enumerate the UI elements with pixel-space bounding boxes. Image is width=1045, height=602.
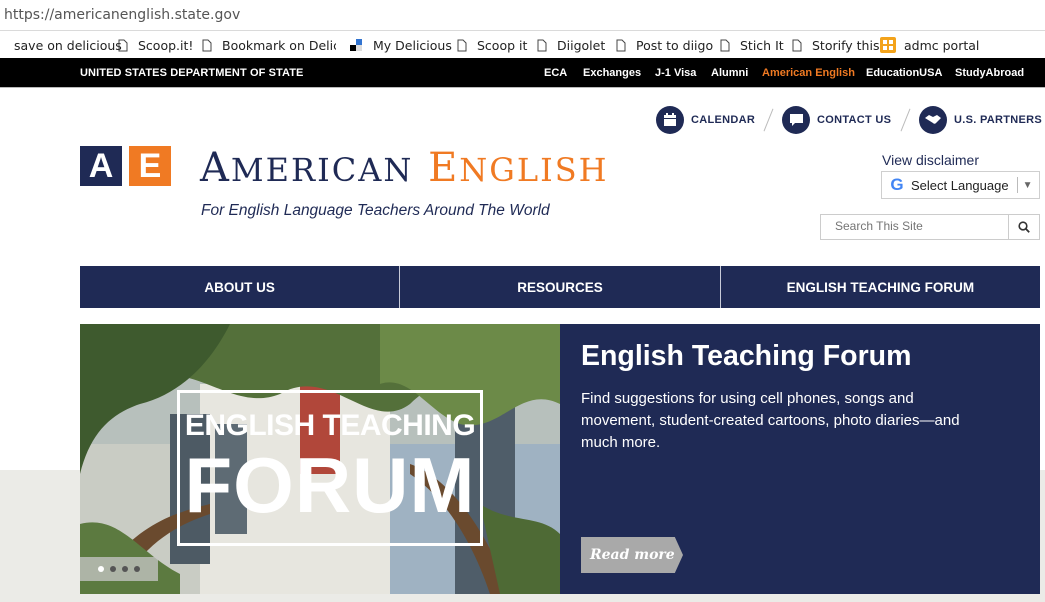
google-icon: G: [890, 175, 904, 194]
hero-title: English Teaching Forum: [581, 340, 912, 372]
bookmark-item[interactable]: Scoop.it!: [118, 36, 193, 54]
main-nav: ABOUT US RESOURCES ENGLISH TEACHING FORU…: [80, 266, 1040, 308]
state-link-american-english[interactable]: American English: [762, 67, 855, 79]
page-icon: [792, 39, 802, 51]
image-text-line2: FORUM: [184, 441, 476, 529]
divider: [900, 108, 911, 132]
hero-image[interactable]: ENGLISH TEACHING FORUM: [80, 324, 560, 594]
hero-carousel: ENGLISH TEACHING FORUM English Teaching …: [80, 324, 1040, 594]
hero-description: Find suggestions for using cell phones, …: [581, 390, 960, 451]
bookmark-label: My Delicious: [373, 37, 452, 53]
state-department-bar: UNITED STATES DEPARTMENT OF STATE ECA Ex…: [0, 58, 1045, 88]
bookmark-label: Diigolet: [557, 37, 606, 53]
nav-about-us[interactable]: ABOUT US: [80, 266, 401, 308]
bookmark-label: Post to diigo: [636, 37, 714, 53]
calendar-label: CALENDAR: [691, 114, 756, 126]
view-disclaimer-link[interactable]: View disclaimer: [882, 152, 979, 168]
carousel-dot[interactable]: [134, 566, 140, 572]
site-search: [820, 214, 1040, 240]
bookmark-label: Stich It: [740, 37, 784, 53]
carousel-dot[interactable]: [122, 566, 128, 572]
image-text-line1: ENGLISH TEACHING: [184, 409, 476, 442]
url-bar[interactable]: https://americanenglish.state.gov: [0, 0, 1045, 31]
bookmark-label: admc portal: [904, 37, 980, 53]
speech-bubble-icon: [782, 106, 810, 134]
forum-title-frame: ENGLISH TEACHING FORUM: [177, 390, 483, 546]
divider: [763, 108, 774, 132]
state-link-educationusa[interactable]: EducationUSA: [866, 67, 942, 79]
us-partners-link[interactable]: U.S. PARTNERS: [919, 105, 1042, 135]
page-icon: [537, 39, 547, 51]
calendar-icon: [656, 106, 684, 134]
bookmark-item[interactable]: save on delicious: [0, 36, 122, 54]
language-select-label: Select Language: [911, 177, 1009, 193]
carousel-dot[interactable]: [98, 566, 104, 572]
state-link-alumni[interactable]: Alumni: [711, 67, 748, 79]
state-link-exchanges[interactable]: Exchanges: [583, 67, 641, 79]
carousel-dot[interactable]: [110, 566, 116, 572]
logo-mark-e[interactable]: E: [129, 146, 171, 186]
contact-us-link[interactable]: CONTACT US: [782, 105, 891, 135]
bookmark-item[interactable]: Scoop it: [457, 36, 527, 54]
bookmark-item[interactable]: Stich It: [720, 36, 784, 54]
bookmark-item[interactable]: My Delicious: [350, 36, 452, 54]
bookmark-label: Scoop it: [477, 37, 528, 53]
search-button[interactable]: [1008, 215, 1039, 239]
state-link-j1-visa[interactable]: J-1 Visa: [655, 67, 696, 79]
bookmark-label: Storify this: [812, 37, 880, 53]
bookmark-item[interactable]: Storify this: [792, 36, 879, 54]
search-icon: [1018, 221, 1030, 233]
logo-word-english-rest: NGLISH: [459, 151, 609, 189]
handshake-icon: [919, 106, 947, 134]
logo-word-english-initial: E: [428, 145, 460, 191]
divider: [1016, 177, 1018, 193]
url-text[interactable]: https://americanenglish.state.gov: [4, 7, 240, 23]
page-icon: [616, 39, 626, 51]
bookmark-label: Scoop.it!: [138, 37, 194, 53]
us-partners-label: U.S. PARTNERS: [954, 114, 1043, 126]
logo-mark-a[interactable]: A: [80, 146, 122, 186]
nav-english-teaching-forum[interactable]: ENGLISH TEACHING FORUM: [721, 266, 1040, 308]
site-tagline: For English Language Teachers Around The…: [201, 202, 550, 219]
nav-resources[interactable]: RESOURCES: [400, 266, 721, 308]
page-icon: [457, 39, 467, 51]
page-icon: [118, 39, 128, 51]
logo-word-american-initial: A: [200, 145, 231, 191]
portal-icon: [880, 37, 896, 53]
delicious-icon: [350, 38, 362, 51]
carousel-pagination: [80, 557, 158, 581]
hero-text-panel: English Teaching Forum Find suggestions …: [560, 324, 1040, 594]
bookmark-label: Bookmark on Delicio: [222, 37, 336, 53]
page-icon: [720, 39, 730, 51]
state-link-eca[interactable]: ECA: [544, 67, 567, 79]
state-link-studyabroad[interactable]: StudyAbroad: [955, 67, 1024, 79]
logo-word-american-rest: MERICAN: [230, 151, 414, 189]
state-department-title[interactable]: UNITED STATES DEPARTMENT OF STATE: [80, 67, 304, 79]
calendar-link[interactable]: CALENDAR: [656, 105, 755, 135]
bookmark-item[interactable]: Post to diigo: [616, 36, 713, 54]
read-more-button[interactable]: Read more: [581, 537, 683, 573]
contact-us-label: CONTACT US: [817, 114, 892, 126]
bookmark-label: save on delicious: [14, 37, 122, 53]
dropdown-arrow-icon: ▼: [1022, 179, 1033, 191]
bookmark-item[interactable]: admc portal: [880, 36, 979, 54]
bookmark-item[interactable]: Diigolet: [537, 36, 605, 54]
search-input[interactable]: [821, 215, 1015, 237]
language-select[interactable]: G Select Language ▼: [881, 171, 1040, 199]
page-icon: [202, 39, 212, 51]
bookmark-item[interactable]: Bookmark on Delicio: [202, 36, 336, 54]
bookmarks-bar: save on delicious Scoop.it! Bookmark on …: [0, 31, 1045, 58]
site-logo-text[interactable]: AMERICAN ENGLISH: [200, 146, 609, 192]
